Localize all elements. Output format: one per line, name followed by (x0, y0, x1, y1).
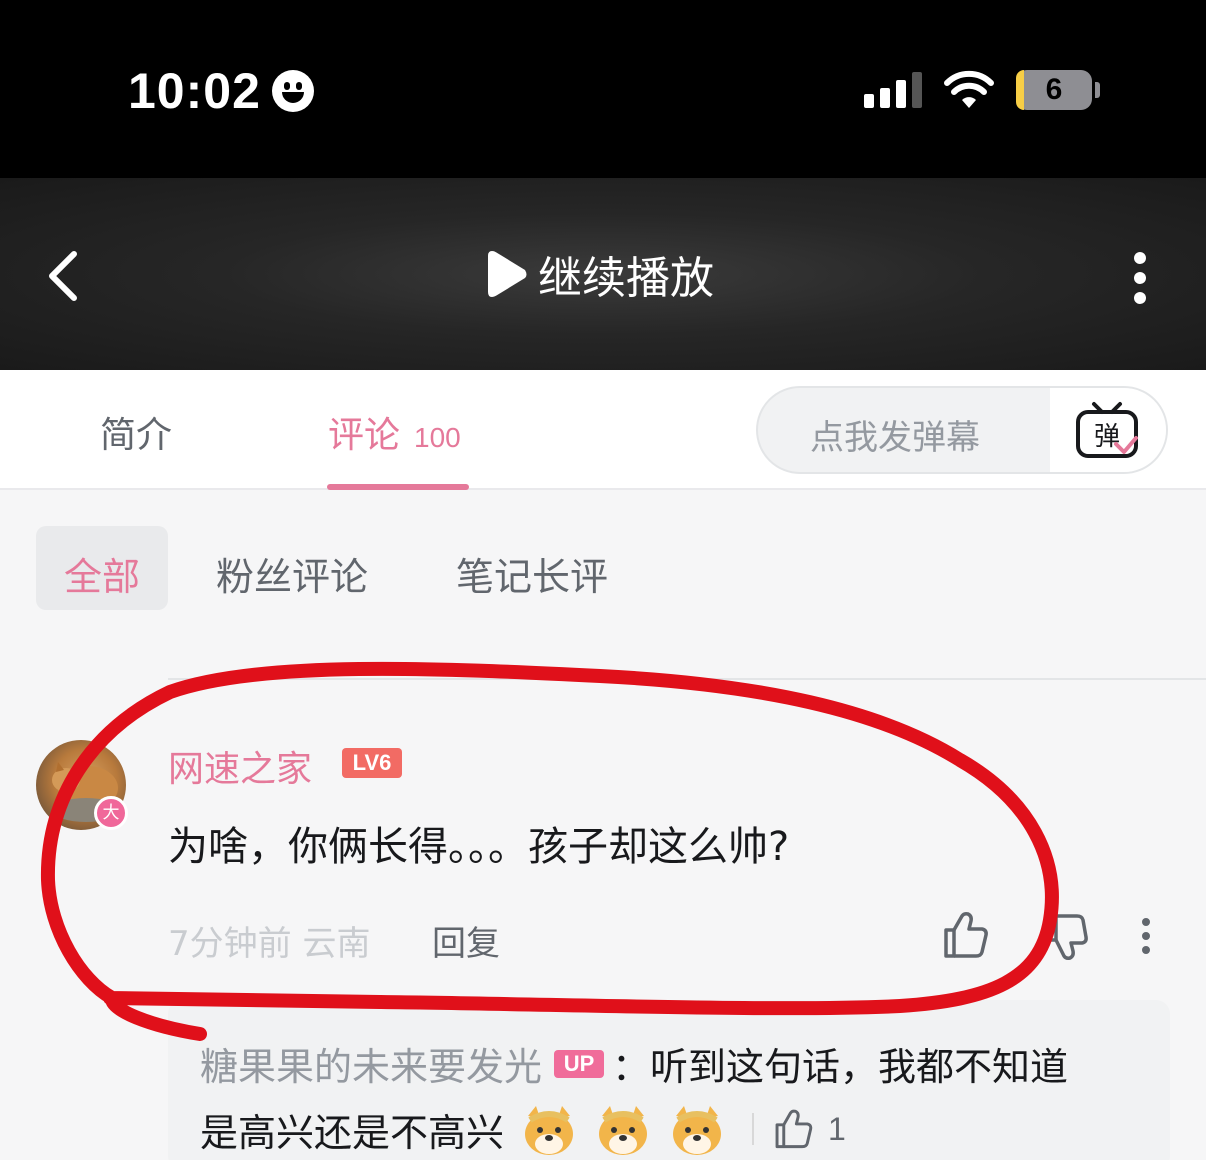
filter-all-label: 全部 (63, 555, 140, 599)
comment-time-location: 7分钟前 云南 (168, 924, 371, 964)
video-header: 继续播放 (0, 178, 1206, 370)
reply-button[interactable]: 回复 (432, 916, 500, 965)
doge-emoji-icon (525, 1106, 574, 1155)
battery-level: 6 (1045, 73, 1063, 106)
sub-reply-author[interactable]: 糖果果的未来要发光 (200, 1036, 542, 1091)
sub-reply-like-icon[interactable] (772, 1108, 814, 1150)
danmaku-icon: 弹 (1076, 402, 1138, 458)
tab-intro[interactable]: 简介 (100, 406, 172, 458)
sub-reply-colon: ： (612, 1045, 651, 1089)
tab-comments-label: 评论 (328, 415, 401, 456)
thumbs-down-icon[interactable] (1044, 912, 1090, 962)
back-button[interactable] (38, 248, 94, 304)
sub-reply-text-line-1: 听到这句话，我都不知道 (650, 1045, 1069, 1089)
wifi-icon (944, 70, 994, 108)
comment-username[interactable]: 网速之家 (168, 740, 312, 792)
tabs-bar: 简介 评论 100 点我发弹幕 弹 (0, 370, 1206, 490)
sub-reply-line-1: 糖果果的未来要发光 UP ： 听到这句话，我都不知道 (200, 1036, 1068, 1091)
doge-emoji-icon (673, 1106, 722, 1155)
filter-all-chip[interactable]: 全部 (36, 526, 168, 610)
sub-reply-text-line-2: 是高兴还是不高兴 (200, 1110, 505, 1155)
cellular-signal-icon (864, 72, 922, 108)
doge-emoji-icon (599, 1106, 648, 1155)
avatar-badge: 大 (94, 796, 128, 830)
active-tab-indicator (327, 484, 469, 490)
sub-reply-line-2: 是高兴还是不高兴 1 (200, 1100, 846, 1158)
continue-play-label: 继续播放 (538, 253, 714, 304)
tab-comments[interactable]: 评论 100 (328, 406, 461, 458)
comment-text: 为啥，你俩长得。。。孩子却这么帅? (168, 824, 790, 870)
filter-notes-chip[interactable]: 笔记长评 (456, 546, 608, 601)
thumbs-up-icon[interactable] (940, 910, 990, 960)
danmaku-toggle-button[interactable]: 弹 (1050, 388, 1166, 472)
danmaku-icon-text: 弹 (1094, 422, 1120, 452)
level-badge: LV6 (342, 748, 402, 778)
status-time: 10:02 (128, 63, 261, 119)
comment-filters: 全部 粉丝评论 笔记长评 (0, 492, 1206, 678)
up-badge: UP (554, 1049, 605, 1078)
separator (752, 1113, 755, 1145)
danmaku-input[interactable]: 点我发弹幕 弹 (756, 386, 1168, 474)
filter-fans-chip[interactable]: 粉丝评论 (216, 546, 368, 601)
sub-reply-like-count: 1 (828, 1110, 846, 1147)
battery-icon: 6 (1016, 70, 1092, 110)
status-bar: 10:02 6 (0, 0, 1206, 178)
divider (168, 678, 1206, 680)
continue-play-button[interactable]: 继续播放 (484, 244, 714, 304)
smiley-icon (272, 70, 314, 112)
more-options-icon[interactable] (1122, 248, 1158, 308)
battery-tip (1095, 82, 1100, 98)
comment-more-icon[interactable] (1132, 912, 1160, 962)
tab-comments-count: 100 (414, 422, 461, 453)
danmaku-placeholder: 点我发弹幕 (810, 418, 980, 458)
sub-reply-box[interactable]: 糖果果的未来要发光 UP ： 听到这句话，我都不知道 是高兴还是不高兴 1 (168, 1000, 1170, 1160)
play-icon (488, 251, 527, 297)
